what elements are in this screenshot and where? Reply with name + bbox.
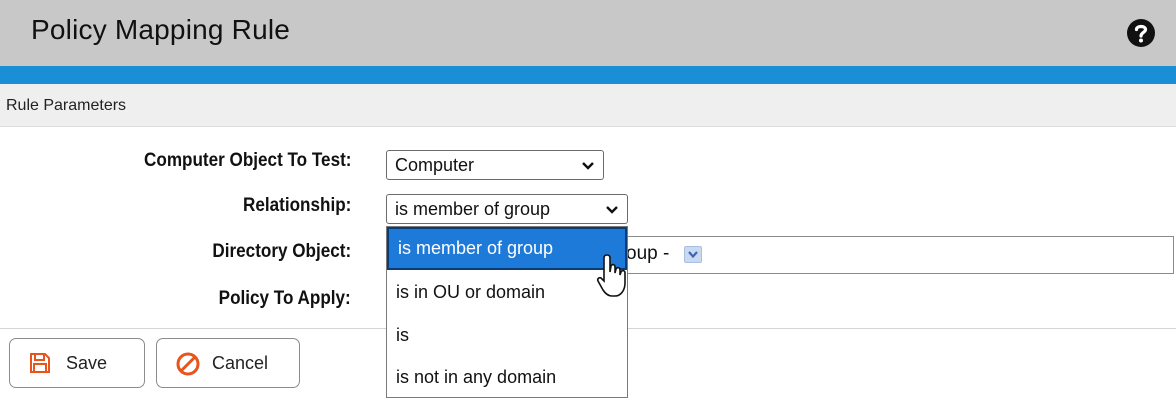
- computer-object-value: Computer: [395, 155, 475, 175]
- cancel-icon: [176, 352, 200, 376]
- computer-object-select[interactable]: Computer: [386, 150, 604, 180]
- chevron-down-icon: [688, 251, 698, 259]
- accent-bar: [0, 66, 1176, 84]
- computer-object-label: Computer Object To Test:: [143, 150, 351, 171]
- directory-object-label: Directory Object:: [212, 241, 351, 262]
- relationship-select[interactable]: is member of group: [386, 194, 628, 224]
- save-button[interactable]: Save: [9, 338, 145, 388]
- question-circle-icon[interactable]: [1126, 18, 1156, 48]
- page-title: Policy Mapping Rule: [31, 14, 291, 45]
- policy-label: Policy To Apply:: [218, 288, 351, 309]
- relationship-label: Relationship:: [242, 195, 351, 216]
- dropdown-option[interactable]: is not in any domain: [387, 356, 627, 399]
- section-title: Rule Parameters: [6, 97, 127, 114]
- cancel-label: Cancel: [212, 353, 269, 373]
- dropdown-option[interactable]: is member of group: [387, 227, 627, 270]
- dropdown-option[interactable]: is: [387, 314, 627, 357]
- directory-object-dropdown-toggle[interactable]: [684, 246, 702, 263]
- save-icon: [30, 353, 50, 373]
- dropdown-option[interactable]: is in OU or domain: [387, 271, 627, 314]
- chevron-down-icon: [582, 162, 594, 170]
- save-label: Save: [66, 353, 108, 373]
- cursor-icon: [596, 254, 626, 297]
- chevron-down-icon: [606, 206, 618, 214]
- relationship-dropdown-list: is member of group is in OU or domain is…: [386, 226, 628, 398]
- section-header: [0, 84, 1176, 127]
- relationship-value: is member of group: [395, 199, 551, 219]
- directory-object-value: oup -: [626, 243, 670, 264]
- cancel-button[interactable]: Cancel: [156, 338, 300, 388]
